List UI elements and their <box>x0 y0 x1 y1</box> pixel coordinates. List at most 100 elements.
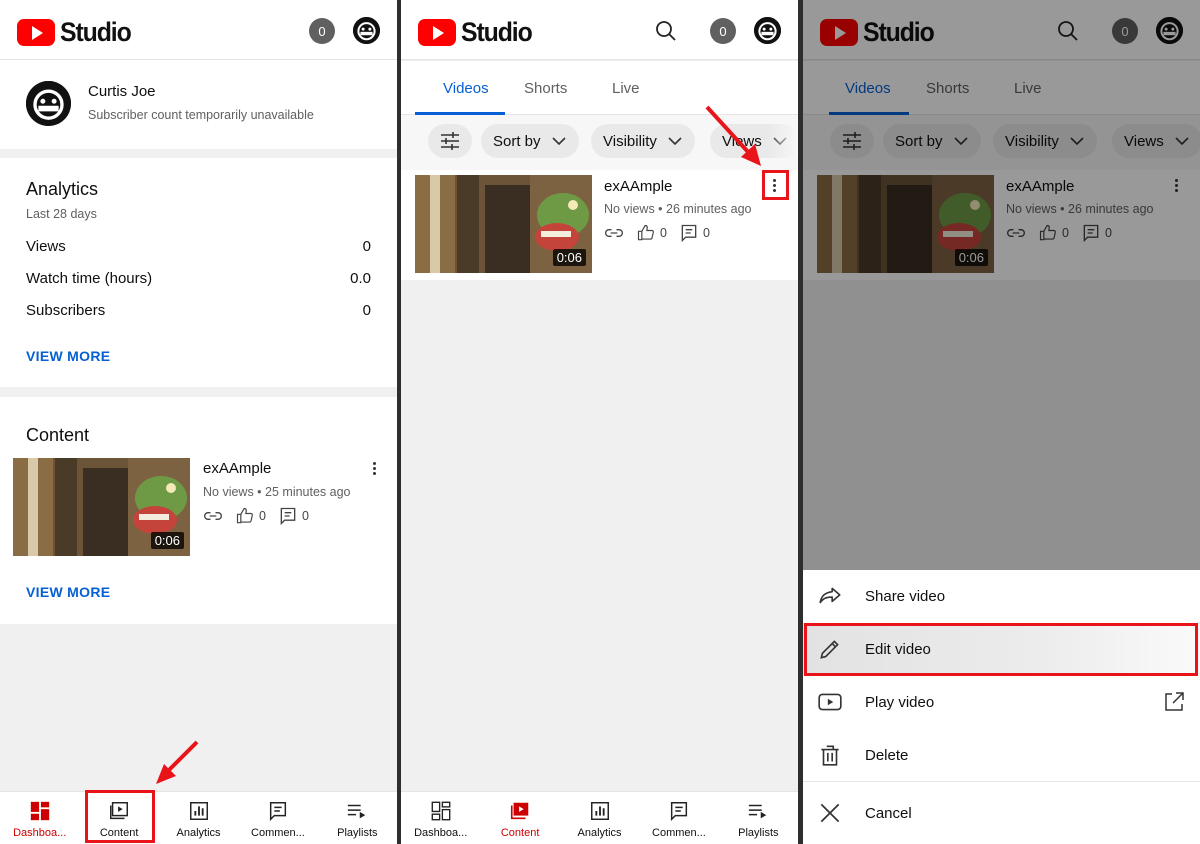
nav-playlists[interactable]: Playlists <box>719 792 798 844</box>
logo-text: Studio <box>60 17 132 47</box>
studio-logo[interactable]: Studio <box>418 17 538 48</box>
content-title: Content <box>26 425 90 445</box>
stat-value: 0.0 <box>350 270 371 287</box>
playlists-icon <box>749 804 767 819</box>
avatar-icon <box>26 81 71 126</box>
nav-label: Playlists <box>337 827 378 839</box>
dashboard-icon <box>30 801 49 821</box>
comments-icon <box>269 802 286 822</box>
notification-badge[interactable]: 0 <box>710 18 736 44</box>
delete-option[interactable]: Delete <box>803 729 1200 781</box>
logo-text: Studio <box>461 17 533 47</box>
divider <box>803 781 1200 782</box>
stat-views: Views 0 <box>26 238 371 255</box>
nav-label: Dashboa... <box>414 827 468 839</box>
nav-label: Content <box>500 827 540 839</box>
stat-value: 0 <box>362 238 371 255</box>
divider <box>0 387 397 397</box>
video-title[interactable]: exAAmple <box>604 178 672 195</box>
video-meta: No views • 25 minutes ago <box>203 485 351 499</box>
video-duration: 0:06 <box>150 532 184 549</box>
video-list-item[interactable]: 0:06 exAAmple No views • 26 minutes ago … <box>401 170 798 280</box>
nav-label: Analytics <box>176 827 221 839</box>
bottom-nav: Dashboa... Content Analytics Commen... P… <box>401 791 798 844</box>
option-label: Share video <box>865 587 946 605</box>
nav-analytics[interactable]: Analytics <box>159 792 238 844</box>
youtube-logo-icon <box>418 19 456 46</box>
like-icon <box>236 507 253 524</box>
youtube-logo-icon <box>17 19 55 46</box>
annotation-arrow-icon <box>705 105 761 166</box>
play-icon <box>818 693 842 711</box>
nav-label: Dashboa... <box>13 827 67 839</box>
stat-label: Subscribers <box>26 302 106 319</box>
filter-settings-button[interactable] <box>428 124 472 158</box>
nav-label: Analytics <box>577 827 622 839</box>
chevron-down-icon <box>668 137 682 146</box>
comment-icon <box>280 507 296 526</box>
dashboard-icon <box>431 801 451 821</box>
close-icon <box>820 803 840 823</box>
comment-count: 0 <box>702 226 710 240</box>
video-thumbnail[interactable]: 0:06 <box>13 458 190 556</box>
account-avatar[interactable] <box>353 17 380 44</box>
option-label: Play video <box>865 693 935 711</box>
nav-label: Commen... <box>652 827 706 839</box>
nav-content[interactable]: Content <box>480 792 559 844</box>
link-icon[interactable] <box>203 506 223 526</box>
like-icon <box>637 224 654 241</box>
chip-label: Visibility <box>603 132 657 150</box>
video-thumbnail[interactable]: 0:06 <box>415 175 592 273</box>
analytics-view-more-link[interactable]: VIEW MORE <box>26 348 110 364</box>
cancel-option[interactable]: Cancel <box>803 787 1200 839</box>
video-stats: 0 0 <box>203 506 309 526</box>
stat-label: Watch time (hours) <box>26 270 153 287</box>
nav-label: Playlists <box>738 827 779 839</box>
share-icon <box>819 587 841 604</box>
channel-avatar <box>26 81 71 126</box>
share-video-option[interactable]: Share video <box>803 570 1200 622</box>
channel-card[interactable]: Curtis Joe Subscriber count temporarily … <box>0 61 397 149</box>
content-screen: Studio 0 Videos Shorts Live Sort by Visi… <box>401 0 798 844</box>
video-meta: No views • 26 minutes ago <box>604 202 752 216</box>
analytics-icon <box>590 802 609 820</box>
nav-analytics[interactable]: Analytics <box>560 792 639 844</box>
video-stats: 0 0 <box>604 223 710 243</box>
nav-label: Commen... <box>251 827 305 839</box>
notification-badge[interactable]: 0 <box>309 18 335 44</box>
visibility-chip[interactable]: Visibility <box>591 124 695 158</box>
annotation-box <box>804 623 1198 676</box>
dashboard-screen: Studio 0 Curtis Joe Subscriber count tem… <box>0 0 397 844</box>
studio-logo[interactable]: Studio <box>17 17 137 48</box>
nav-comments[interactable]: Commen... <box>238 792 317 844</box>
annotation-arrow-icon <box>156 740 199 784</box>
tab-shorts[interactable]: Shorts <box>524 80 567 97</box>
nav-dashboard[interactable]: Dashboa... <box>401 792 480 844</box>
nav-playlists[interactable]: Playlists <box>318 792 397 844</box>
play-video-option[interactable]: Play video <box>803 676 1200 728</box>
subscriber-count: Subscriber count temporarily unavailable <box>88 108 314 122</box>
account-avatar[interactable] <box>754 17 781 44</box>
app-header: Studio 0 <box>401 0 798 60</box>
video-title[interactable]: exAAmple <box>203 460 271 477</box>
external-link-icon <box>1165 692 1184 711</box>
link-icon[interactable] <box>604 223 624 243</box>
option-label: Cancel <box>865 804 912 822</box>
chip-label: Sort by <box>493 132 541 150</box>
video-duration: 0:06 <box>552 249 586 266</box>
video-options-sheet: Share video Edit video Play video Delete… <box>803 570 1200 844</box>
sort-by-chip[interactable]: Sort by <box>481 124 579 158</box>
like-count: 0 <box>259 509 266 523</box>
nav-comments[interactable]: Commen... <box>639 792 718 844</box>
bottom-nav: Dashboa... Content Analytics Commen... P… <box>0 791 397 844</box>
tab-videos[interactable]: Videos <box>443 80 489 97</box>
more-options-icon[interactable] <box>365 458 383 478</box>
content-view-more-link[interactable]: VIEW MORE <box>26 584 110 600</box>
tune-icon <box>441 132 459 150</box>
nav-dashboard[interactable]: Dashboa... <box>0 792 79 844</box>
annotation-box <box>762 170 789 200</box>
search-icon[interactable] <box>654 19 678 43</box>
tab-live[interactable]: Live <box>612 80 640 97</box>
comments-icon <box>670 802 687 822</box>
stat-watch-time: Watch time (hours) 0.0 <box>26 270 371 287</box>
